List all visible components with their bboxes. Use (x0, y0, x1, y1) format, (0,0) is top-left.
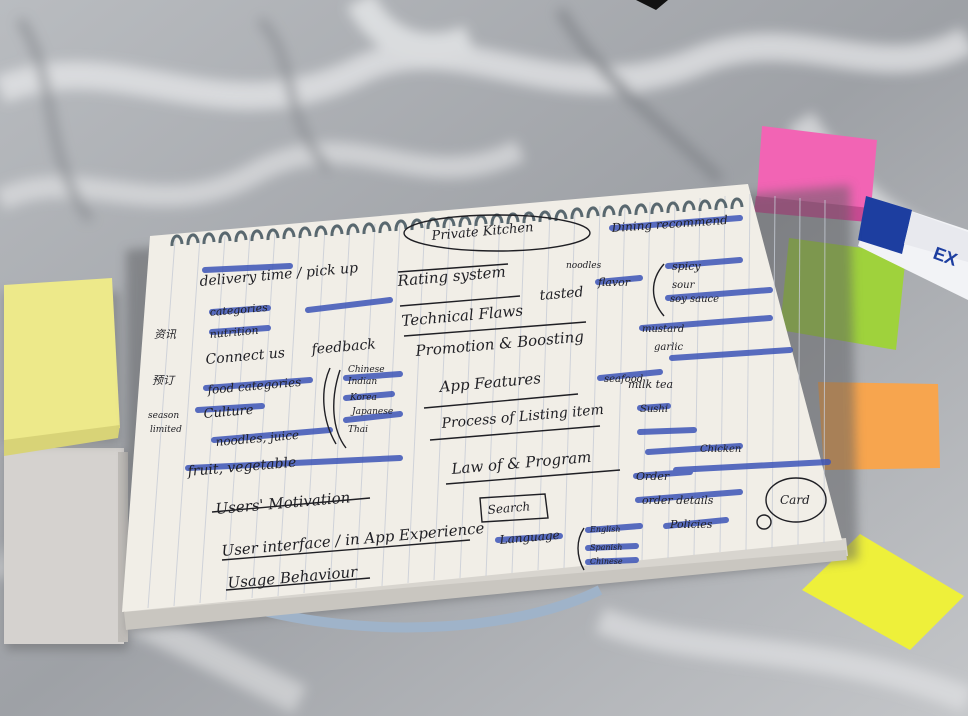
note-milk-tea: milk tea (628, 378, 673, 391)
right-column-notes: Dining recommend tasted noodles flavor s… (539, 213, 810, 531)
photo-scene: EX Private Kitchen delivery time / pick … (0, 0, 968, 716)
note-language: Language (498, 528, 560, 547)
note-dining-recommend: Dining recommend (610, 213, 728, 235)
note-sushi: Sushi (640, 404, 668, 415)
note-app-features: App Features (437, 369, 542, 396)
note-order: Order (636, 470, 670, 483)
note-mustard: mustard (642, 324, 684, 335)
note-delivery: delivery time / pick up (199, 260, 359, 290)
cuisine-4: Japanese (350, 407, 393, 417)
note-sour: sour (672, 280, 696, 291)
cuisine-list: Chinese Indian Korea Japanese Thai (347, 365, 393, 435)
note-card: Card (780, 493, 810, 507)
note-noodles-juice: noodles, juice (215, 428, 300, 449)
margin-note-1: 资讯 (154, 328, 177, 341)
note-spicy: spicy (672, 260, 701, 273)
margin-note-3: season (148, 411, 179, 421)
language-1: English (589, 525, 621, 534)
note-search: Search (487, 499, 531, 517)
note-process-listing: Process of Listing item (440, 402, 604, 432)
cuisine-5: Thai (348, 425, 368, 435)
margin-note-2: 预订 (152, 374, 176, 387)
note-tasted: tasted (539, 284, 584, 304)
note-connect-us: Connect us (205, 345, 286, 368)
note-law-program: Law of & Program (450, 448, 592, 478)
notebook-title: Private Kitchen (430, 220, 534, 244)
note-noodles: noodles (566, 261, 602, 271)
left-margin-notes: 资讯 预订 season limited (148, 328, 182, 435)
note-order-details: order details (642, 494, 714, 507)
note-culture: Culture (203, 403, 254, 422)
note-flavor: flavor (597, 276, 631, 289)
language-list: English Spanish Chinese (589, 525, 623, 566)
note-user-interface: User interface / in App Experience (221, 519, 485, 560)
note-nutrition: nutrition (209, 324, 259, 341)
note-garlic: garlic (654, 342, 684, 353)
note-users-motivation: Users' Motivation (215, 488, 351, 518)
note-chicken: Chicken (700, 444, 741, 455)
note-fruit-vegetable: fruit, vegetable (186, 455, 297, 481)
note-rating-system: Rating system (396, 263, 507, 290)
handwriting: Private Kitchen delivery time / pick up … (148, 213, 810, 592)
middle-column-notes: Rating system Technical Flaws Promotion … (396, 263, 605, 547)
note-technical-flaws: Technical Flaws (401, 301, 524, 330)
cuisine-3: Korea (349, 393, 377, 403)
note-food-categories: food categories (206, 375, 302, 397)
language-2: Spanish (590, 543, 622, 552)
note-soy-sauce: soy sauce (670, 294, 719, 305)
note-usage-behaviour: Usage Behaviour (227, 563, 359, 592)
margin-note-4: limited (150, 425, 182, 435)
note-promotion: Promotion & Boosting (414, 327, 585, 360)
note-categories: categories (209, 301, 269, 319)
cuisine-2: Indian (347, 377, 377, 387)
cuisine-1: Chinese (348, 365, 385, 375)
note-feedback: feedback (310, 336, 377, 358)
note-policies: Policies (669, 518, 713, 531)
language-3: Chinese (590, 557, 623, 566)
